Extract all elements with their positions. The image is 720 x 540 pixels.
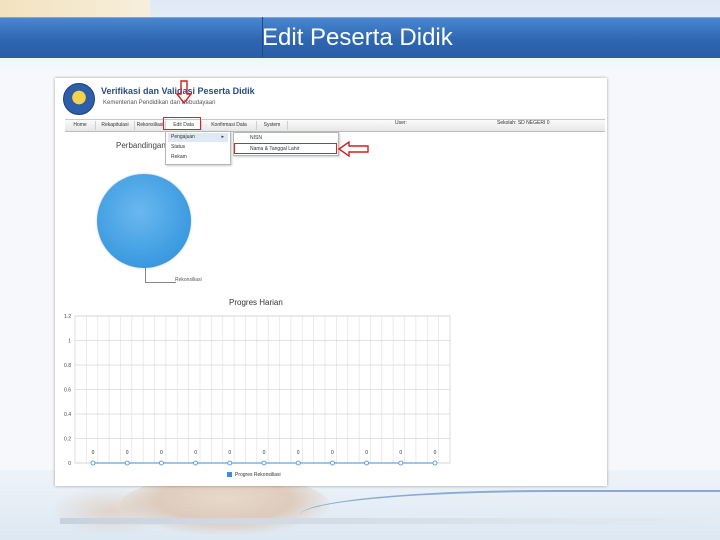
edit-data-dropdown: Pengajuan ▸ Status Rekam bbox=[165, 131, 231, 165]
data-label: 0 bbox=[263, 450, 266, 456]
data-point bbox=[398, 460, 404, 466]
submenu-arrow-icon: ▸ bbox=[221, 134, 224, 140]
slide-title: Edit Peserta Didik bbox=[262, 24, 453, 51]
legend-label: Progres Rekonsiliasi bbox=[235, 472, 281, 478]
data-label: 0 bbox=[126, 450, 129, 456]
app-screenshot: Verifikasi dan Validasi Peserta Didik Ke… bbox=[55, 78, 607, 486]
user-label: User: bbox=[395, 120, 407, 126]
data-point bbox=[193, 460, 199, 466]
data-point bbox=[124, 460, 130, 466]
data-label: 0 bbox=[92, 450, 95, 456]
menu-rekonsiliasi[interactable]: Rekonsiliasi bbox=[135, 121, 166, 130]
data-label: 0 bbox=[297, 450, 300, 456]
menu-rekapitulasi[interactable]: Rekapitulasi bbox=[96, 121, 135, 130]
menu-konfirmasi-data[interactable]: Konfirmasi Data bbox=[202, 121, 257, 130]
pie-leader-line bbox=[145, 268, 176, 283]
data-label: 0 bbox=[331, 450, 334, 456]
y-tick-label: 1 bbox=[68, 339, 71, 345]
edit-data-highlight bbox=[163, 117, 201, 130]
dropdown-item-status[interactable]: Status bbox=[168, 143, 228, 152]
pie-chart-slice bbox=[97, 174, 191, 268]
chart-legend: Progres Rekonsiliasi bbox=[227, 472, 281, 478]
y-tick-label: 0.2 bbox=[64, 437, 71, 443]
y-tick-label: 0.6 bbox=[64, 388, 71, 394]
tut-wuri-logo-icon bbox=[63, 83, 95, 115]
corner-decoration bbox=[0, 0, 150, 18]
bottom-lines bbox=[60, 518, 720, 524]
section-label: Perbandingan bbox=[116, 141, 166, 150]
data-point bbox=[90, 460, 96, 466]
data-label: 0 bbox=[160, 450, 163, 456]
annotation-arrow-down-icon bbox=[176, 80, 192, 104]
y-tick-label: 0 bbox=[68, 461, 71, 467]
school-label: Sekolah: SD NEGERI 0 bbox=[497, 120, 550, 126]
pie-label: Rekonsiliasi bbox=[175, 277, 202, 283]
data-label: 0 bbox=[399, 450, 402, 456]
data-label: 0 bbox=[434, 450, 437, 456]
chart-title: Progres Harian bbox=[229, 298, 283, 307]
annotation-arrow-left-icon bbox=[338, 141, 369, 157]
data-point bbox=[261, 460, 267, 466]
data-label: 0 bbox=[365, 450, 368, 456]
line-chart: 1.2 1 0.8 0.6 0.4 0.2 0 0 0 0 0 0 0 0 0 0 0 0 bbox=[64, 314, 451, 467]
y-tick-label: 0.8 bbox=[64, 363, 71, 369]
data-point bbox=[295, 460, 301, 466]
y-tick-label: 1.2 bbox=[64, 314, 71, 320]
dropdown-item-label: Pengajuan bbox=[171, 134, 195, 140]
data-point bbox=[159, 460, 164, 466]
data-point bbox=[329, 460, 335, 466]
dropdown-item-pengajuan[interactable]: Pengajuan ▸ bbox=[168, 133, 228, 142]
data-label: 0 bbox=[228, 450, 231, 456]
dropdown-item-rekam[interactable]: Rekam bbox=[168, 153, 228, 162]
app-subtitle: Kementerian Pendidikan dan Kebudayaan bbox=[103, 100, 216, 106]
y-tick-label: 0.4 bbox=[64, 412, 71, 418]
nama-tanggal-highlight bbox=[234, 143, 337, 154]
data-point bbox=[432, 460, 438, 466]
menu-system[interactable]: System bbox=[257, 121, 288, 130]
menu-home[interactable]: Home bbox=[65, 121, 96, 130]
data-point bbox=[364, 460, 370, 466]
submenu-item-nisn[interactable]: NISN bbox=[236, 133, 336, 143]
legend-swatch bbox=[227, 472, 232, 478]
data-point bbox=[227, 460, 233, 466]
data-label: 0 bbox=[194, 450, 197, 456]
app-header: Verifikasi dan Validasi Peserta Didik Ke… bbox=[55, 78, 607, 118]
